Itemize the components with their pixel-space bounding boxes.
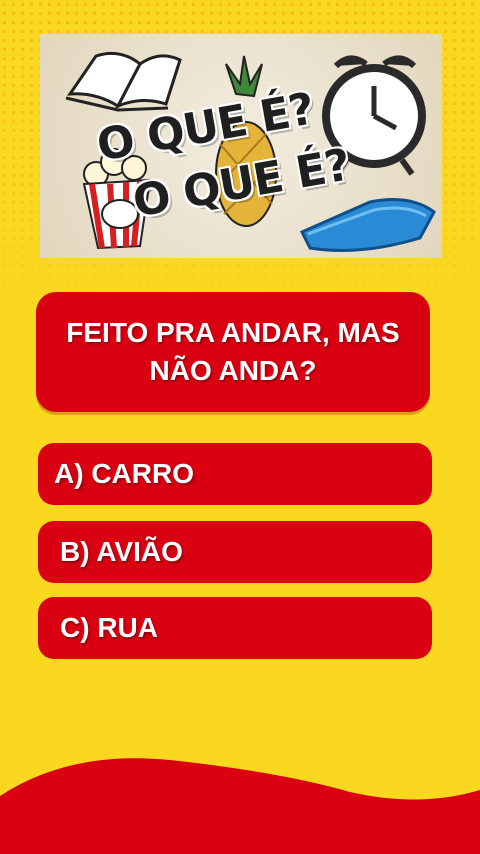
bottom-wave-decoration: [0, 758, 480, 854]
quiz-banner-image: O QUE É? O QUE É?: [40, 34, 442, 258]
answer-option-a[interactable]: A) CARRO: [38, 443, 432, 505]
answer-option-b[interactable]: B) AVIÃO: [38, 521, 432, 583]
blue-towel-icon: [299, 198, 436, 252]
question-card: FEITO PRA ANDAR, MAS NÃO ANDA?: [36, 292, 430, 412]
question-text: FEITO PRA ANDAR, MAS NÃO ANDA?: [66, 316, 400, 386]
answer-option-b-label: B) AVIÃO: [60, 536, 183, 567]
book-icon: [65, 51, 182, 112]
answer-option-a-label: A) CARRO: [54, 458, 194, 489]
answer-option-c[interactable]: C) RUA: [38, 597, 432, 659]
answer-option-c-label: C) RUA: [60, 612, 158, 643]
